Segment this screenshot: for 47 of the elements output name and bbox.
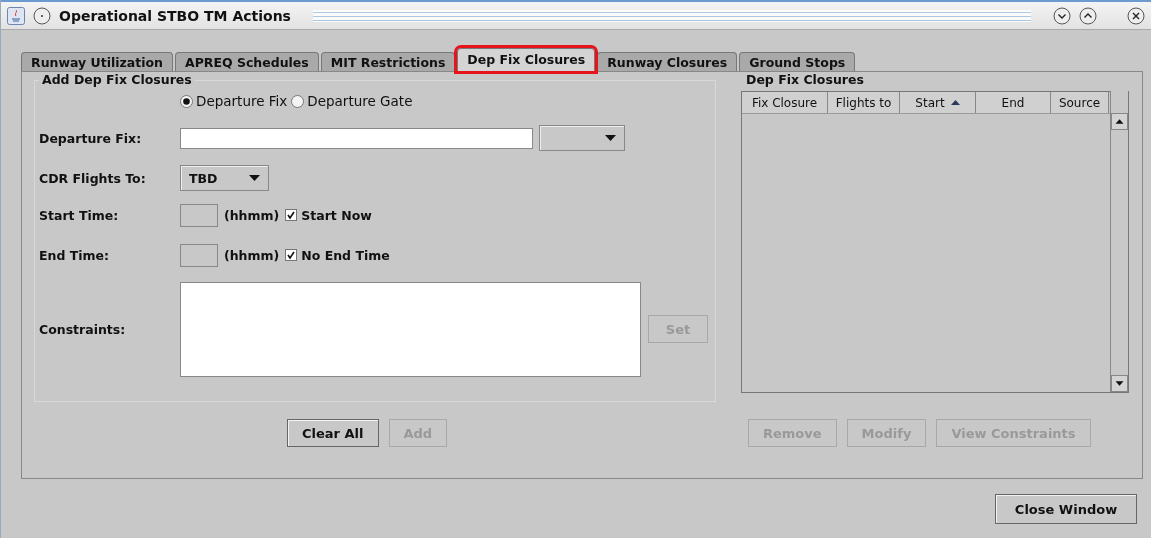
tab[interactable]: Ground Stops xyxy=(739,52,856,71)
unit-label: (hhmm) xyxy=(224,247,280,263)
close-icon[interactable] xyxy=(1127,6,1145,25)
caret-icon xyxy=(605,135,616,141)
scroll-down-icon[interactable] xyxy=(1111,375,1128,392)
scroll-up-icon[interactable] xyxy=(1111,113,1128,130)
dropdown[interactable] xyxy=(539,125,625,151)
field-label: Start Time: xyxy=(38,207,120,223)
unit-label: (hhmm) xyxy=(224,207,280,223)
tab[interactable]: MIT Restrictions xyxy=(320,52,456,71)
column-header[interactable]: Source xyxy=(1051,92,1109,113)
scrollbar[interactable] xyxy=(1110,91,1128,392)
tab[interactable]: Dep Fix Closures xyxy=(457,48,596,71)
group-title: Add Dep Fix Closures xyxy=(39,72,195,87)
sort-ascending-icon xyxy=(950,100,960,105)
tab[interactable]: Runway Closures xyxy=(597,52,738,71)
field-label: CDR Flights To: xyxy=(38,170,147,186)
checkbox[interactable] xyxy=(285,209,298,221)
tab[interactable]: Runway Utilization xyxy=(21,52,173,71)
caret-icon xyxy=(249,175,260,181)
checkbox-label: No End Time xyxy=(301,247,390,263)
column-header[interactable]: Flights to xyxy=(828,92,900,113)
radio-button[interactable] xyxy=(180,94,193,108)
column-header[interactable]: Start xyxy=(900,92,976,113)
column-header[interactable]: End xyxy=(976,92,1051,113)
tab[interactable]: APREQ Schedules xyxy=(174,52,319,71)
action-button[interactable]: Clear All xyxy=(287,419,379,447)
checkbox-label: Start Now xyxy=(301,207,372,223)
maximize-icon[interactable] xyxy=(1079,6,1097,25)
radio-label: Departure Gate xyxy=(307,93,413,109)
menu-circle-icon[interactable] xyxy=(33,6,51,25)
checkbox[interactable] xyxy=(285,249,298,261)
app-icon xyxy=(7,6,25,25)
field-label: Constraints: xyxy=(38,321,127,337)
field-label: Departure Fix: xyxy=(38,130,143,146)
input-field[interactable] xyxy=(180,243,218,267)
input-field[interactable] xyxy=(180,127,533,149)
close-window-button[interactable]: Close Window xyxy=(995,494,1137,524)
field-label: End Time: xyxy=(38,247,111,263)
radio-button[interactable] xyxy=(291,94,305,108)
text-area[interactable] xyxy=(180,281,641,377)
dropdown[interactable]: TBD xyxy=(180,165,269,191)
radio-label: Departure Fix xyxy=(196,93,288,109)
window-title: Operational STBO TM Actions xyxy=(59,7,291,24)
input-field[interactable] xyxy=(180,203,218,227)
minimize-icon[interactable] xyxy=(1053,6,1071,25)
column-header[interactable]: Fix Closure xyxy=(742,92,828,113)
